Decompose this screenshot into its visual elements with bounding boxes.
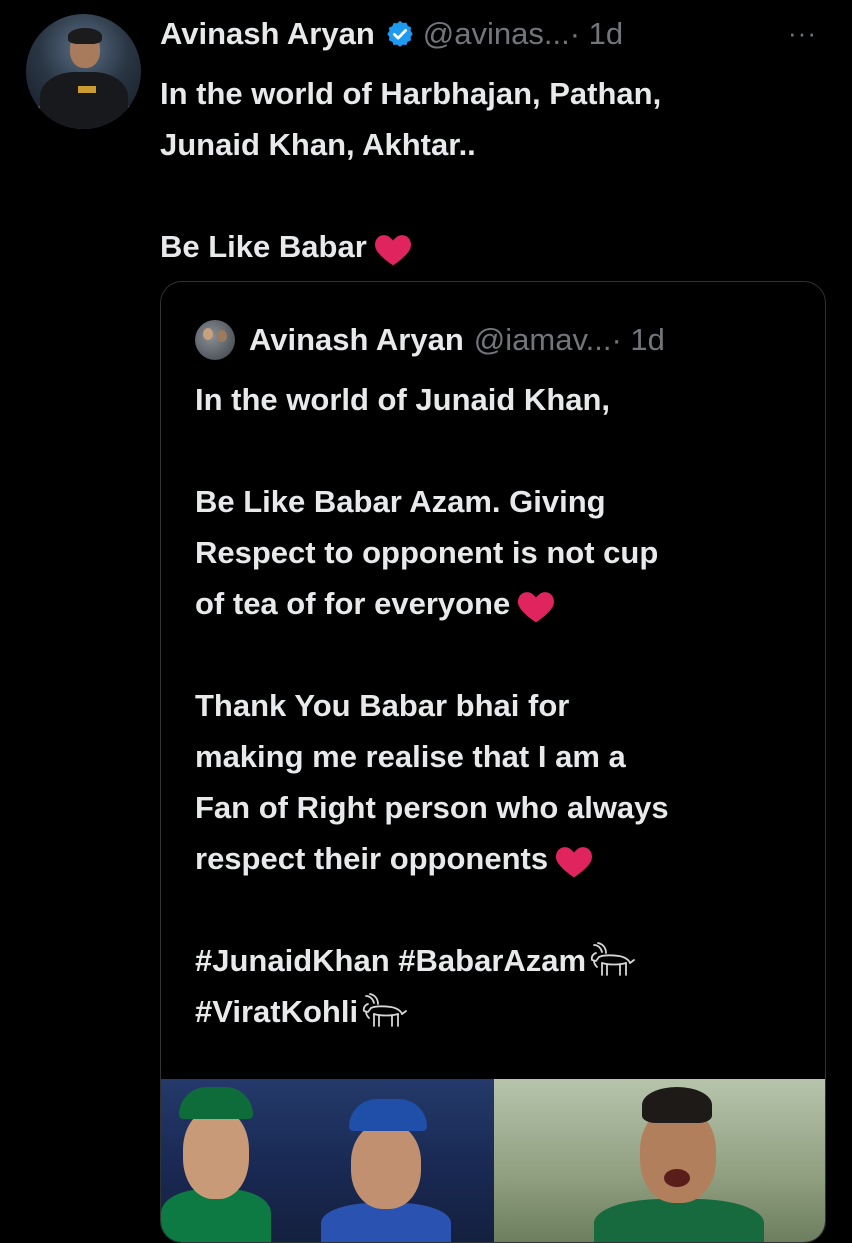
player-cap: [349, 1099, 427, 1131]
player-mouth: [664, 1169, 690, 1187]
media-image-right: [494, 1079, 825, 1242]
quoted-text-line: making me realise that I am a: [195, 739, 626, 774]
heart-emoji-icon: [374, 234, 411, 266]
player-face: [351, 1123, 421, 1209]
quoted-text-line: Fan of Right person who always: [195, 790, 669, 825]
quoted-text-line: In the world of Junaid Khan,: [195, 382, 611, 417]
quoted-tweet[interactable]: Avinash Aryan @iamav... · 1d In the worl…: [160, 281, 826, 1243]
quoted-hashtag-line: #ViratKohli: [195, 986, 815, 1037]
quoted-tweet-header: Avinash Aryan @iamav... · 1d: [195, 320, 665, 360]
author-handle[interactable]: @avinas...: [423, 16, 570, 52]
avatar-hair: [68, 28, 102, 44]
hashtag-link[interactable]: #BabarAzam: [398, 943, 586, 978]
quoted-media-image[interactable]: [161, 1079, 825, 1242]
quoted-tweet-time: · 1d: [611, 322, 665, 357]
player-jersey: [594, 1199, 764, 1242]
tweet-header: Avinash Aryan @avinas... · 1d: [160, 12, 623, 56]
quoted-author-name: Avinash Aryan: [249, 322, 464, 357]
goat-emoji-icon: [362, 993, 407, 1027]
tweet-text-line: In the world of Harbhajan, Pathan,: [160, 76, 662, 111]
quoted-author-handle: @iamav...: [473, 322, 612, 357]
author-avatar[interactable]: [26, 14, 141, 129]
tweet-text-line: Be Like Babar: [160, 221, 830, 272]
avatar-shirt-logo: [78, 86, 96, 93]
quoted-tweet-text: In the world of Junaid Khan, Be Like Bab…: [195, 374, 815, 1037]
quoted-hashtag-line: #JunaidKhan #BabarAzam: [195, 935, 815, 986]
more-options-icon[interactable]: ···: [788, 18, 817, 49]
media-image-left: [161, 1079, 494, 1242]
heart-emoji-icon: [518, 591, 555, 623]
hashtag-link[interactable]: #JunaidKhan: [195, 943, 390, 978]
player-hair: [642, 1087, 712, 1123]
hashtag-link[interactable]: #ViratKohli: [195, 994, 358, 1029]
tweet-text-line: Junaid Khan, Akhtar..: [160, 127, 476, 162]
quoted-text-line: respect their opponents: [195, 833, 815, 884]
quoted-text-line: of tea of for everyone: [195, 578, 815, 629]
quoted-author-avatar: [195, 320, 235, 360]
verified-badge-icon: [387, 20, 413, 47]
player-cap: [179, 1087, 253, 1119]
tweet-time[interactable]: · 1d: [570, 16, 623, 52]
author-name[interactable]: Avinash Aryan: [160, 16, 375, 52]
avatar-shirt: [40, 72, 128, 129]
goat-emoji-icon: [590, 942, 635, 976]
tweet-text: In the world of Harbhajan, Pathan, Junai…: [160, 68, 830, 272]
quoted-text-line: Be Like Babar Azam. Giving: [195, 484, 606, 519]
heart-emoji-icon: [556, 846, 593, 878]
quoted-text-line: Respect to opponent is not cup: [195, 535, 659, 570]
quoted-text-line: Thank You Babar bhai for: [195, 688, 570, 723]
player-face: [183, 1109, 249, 1199]
